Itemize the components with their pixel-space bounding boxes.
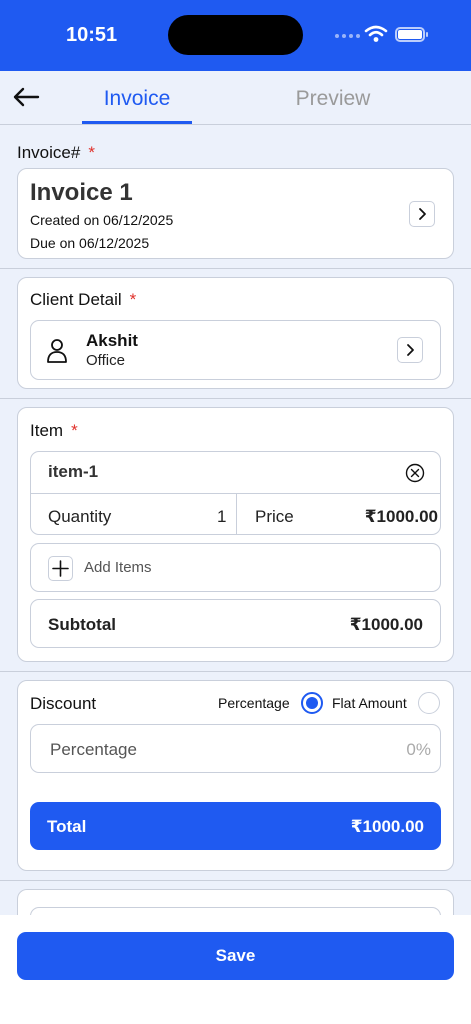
plus-icon [48,556,73,581]
subtotal-value: ₹1000.00 [349,615,423,634]
status-bar: 10:51 [0,0,471,71]
required-mark: * [71,421,78,440]
dynamic-island [168,15,303,55]
invoice-title: Invoice 1 [30,179,133,206]
battery-icon [395,27,428,42]
percentage-radio[interactable] [301,692,323,714]
item-name[interactable]: item-1 [48,462,98,482]
invoice-chevron-button[interactable] [409,201,435,227]
divider [0,268,471,269]
subtotal-label: Subtotal [48,615,116,634]
add-items-button[interactable]: Add Items [30,543,441,592]
client-chevron-button[interactable] [397,337,423,363]
divider [0,398,471,399]
tab-invoice[interactable]: Invoice [82,87,192,111]
discount-input-label: Percentage [50,740,137,759]
price-label: Price [255,507,294,526]
invoice-card[interactable]: Invoice 1 Created on 06/12/2025 Due on 0… [17,168,454,259]
client-detail-label: Client Detail * [30,290,137,309]
flat-amount-radio[interactable] [418,692,440,714]
required-mark: * [88,143,95,162]
quantity-label: Quantity [48,507,112,526]
top-nav: Invoice Preview [0,71,471,125]
invoice-number-label: Invoice# * [17,143,95,162]
chevron-right-icon [407,344,414,356]
chevron-right-icon [419,208,426,220]
discount-input[interactable]: Percentage 0% [30,724,441,773]
client-selector[interactable]: Akshit Office [30,320,441,380]
person-icon [47,339,67,363]
discount-label: Discount [30,694,97,713]
list-item: item-1 Quantity 1 Price ₹1000.00 [30,451,441,535]
item-card: Item * item-1 Quantity 1 Price ₹1000.00 A… [17,407,454,662]
total-bar: Total ₹1000.00 [30,802,441,850]
wifi-icon [364,25,388,42]
client-card: Client Detail * Akshit Office [17,277,454,389]
subtotal-row: Subtotal ₹1000.00 [30,599,441,648]
price-input[interactable]: ₹1000.00 [365,507,438,527]
required-mark: * [129,290,137,309]
active-tab-indicator [82,121,192,124]
invoice-due-date: Due on 06/12/2025 [30,235,150,251]
clear-circle-icon[interactable] [405,463,425,483]
bottom-action-bar: Save [0,915,471,1024]
tab-preview[interactable]: Preview [280,87,386,111]
client-type: Office [86,352,125,369]
item-label: Item * [30,421,78,440]
invoice-created-date: Created on 06/12/2025 [30,212,174,228]
quantity-input[interactable]: 1 [217,507,226,527]
divider [0,880,471,881]
divider [0,671,471,672]
status-time: 10:51 [66,24,118,46]
total-value: ₹1000.00 [350,817,424,836]
divider [236,493,237,534]
client-name: Akshit [86,331,138,350]
flat-amount-option-label: Flat Amount [332,695,407,711]
save-button[interactable]: Save [17,932,454,980]
back-arrow-icon[interactable] [10,83,42,111]
signal-icon [335,34,360,38]
add-items-label: Add Items [84,559,152,576]
percentage-option-label: Percentage [218,695,290,711]
total-label: Total [47,817,87,836]
discount-input-placeholder: 0% [406,740,431,759]
discount-card: Discount Percentage Flat Amount Percenta… [17,680,454,871]
